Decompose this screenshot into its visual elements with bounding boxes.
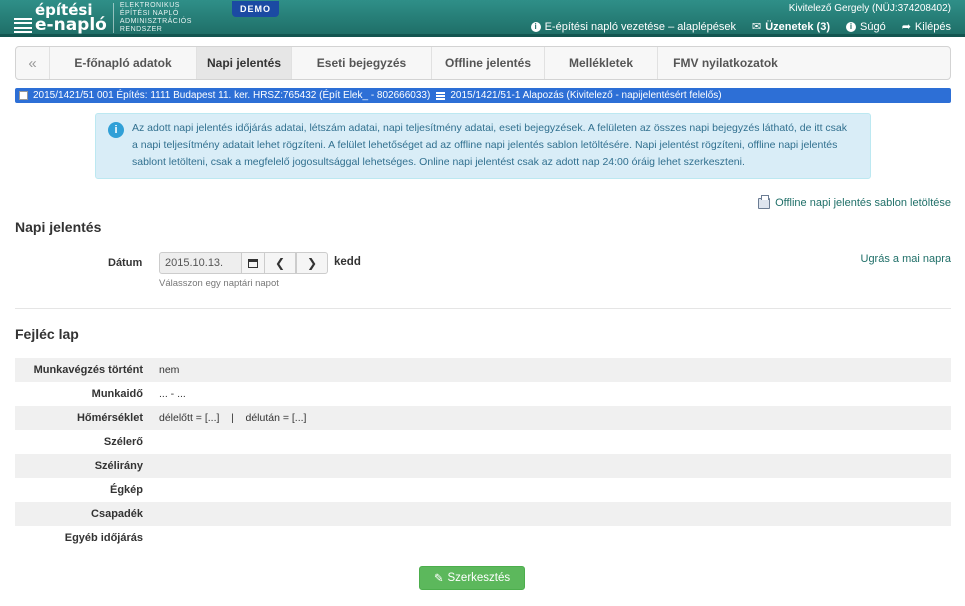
tab-fmv-nyilatkozatok[interactable]: FMV nyilatkozatok [658, 47, 793, 79]
download-link-label: Offline napi jelentés sablon letöltése [775, 197, 951, 209]
section-title-napi: Napi jelentés [15, 219, 102, 235]
help-icon: i [846, 21, 856, 32]
row-label: Égkép [109, 484, 143, 496]
top-header: építési e-napló ELEKTRONIKUS ÉPÍTÉSI NAP… [0, 0, 965, 37]
info-icon: i [530, 21, 541, 32]
context-checkbox[interactable] [19, 91, 28, 100]
top-nav: i E-építési napló vezetése – alaplépések… [530, 20, 951, 34]
help-link[interactable]: i Súgó [846, 20, 886, 33]
row-label: Munkaidő [91, 388, 143, 400]
section-divider [15, 308, 951, 309]
table-row: Égkép [15, 478, 951, 502]
guide-link-label: E-építési napló vezetése – alaplépések [544, 20, 736, 33]
row-label: Hőmérséklet [76, 412, 143, 424]
calendar-button[interactable] [241, 252, 265, 274]
row-value: ... - ... [159, 388, 186, 400]
logo-line2: e-napló [35, 15, 107, 35]
context-sub: 2015/1421/51-1 Alapozás (Kivitelező - na… [450, 90, 722, 101]
next-day-button[interactable]: ❯ [296, 252, 328, 274]
table-row: Egyéb időjárás [15, 526, 951, 550]
fejlec-table: Munkavégzés történt nem Munkaidő ... - .… [15, 358, 951, 550]
printer-icon [758, 194, 771, 209]
messages-label: Üzenetek (3) [765, 20, 830, 33]
main-tabs: « E-főnapló adatok Napi jelentés Eseti b… [15, 46, 951, 80]
envelope-icon: ✉ [751, 21, 762, 33]
info-text: Az adott napi jelentés időjárás adatai, … [132, 122, 848, 168]
tab-back-button[interactable]: « [16, 47, 50, 79]
logo-divider [112, 3, 114, 33]
chevron-right-icon: ❯ [306, 256, 318, 270]
row-value: nem [159, 364, 180, 376]
tab-napi-jelentes[interactable]: Napi jelentés [197, 47, 292, 79]
context-main: 2015/1421/51 001 Építés: 1111 Budapest 1… [33, 90, 431, 101]
jump-to-today-link[interactable]: Ugrás a mai napra [861, 253, 952, 265]
guide-link[interactable]: i E-építési napló vezetése – alaplépések [530, 20, 736, 33]
logout-label: Kilépés [914, 20, 951, 33]
offline-template-download-link[interactable]: Offline napi jelentés sablon letöltése [758, 194, 951, 209]
table-row: Munkavégzés történt nem [15, 358, 951, 382]
table-row: Szélerő [15, 430, 951, 454]
user-info: Kivitelező Gergely (NÜJ:374208402) [788, 3, 951, 14]
row-label: Munkavégzés történt [33, 364, 143, 376]
info-alert: i Az adott napi jelentés időjárás adatai… [95, 113, 871, 179]
list-icon [436, 91, 446, 100]
tab-efonaplo-adatok[interactable]: E-főnapló adatok [50, 47, 197, 79]
messages-link[interactable]: ✉ Üzenetek (3) [751, 20, 830, 34]
row-label: Csapadék [91, 508, 143, 520]
table-row: Munkaidő ... - ... [15, 382, 951, 406]
day-name: kedd [334, 256, 361, 268]
tab-mellekletek[interactable]: Mellékletek [545, 47, 658, 79]
demo-badge: DEMO [232, 1, 279, 17]
date-help-text: Válasszon egy naptári napot [159, 278, 279, 289]
table-row: Hőmérséklet délelőtt = [...] | délután =… [15, 406, 951, 430]
tab-offline-jelentes[interactable]: Offline jelentés [432, 47, 545, 79]
section-title-fejlec: Fejléc lap [15, 326, 79, 342]
date-input[interactable]: 2015.10.13. [159, 252, 242, 274]
chevron-left-icon: ❮ [274, 256, 286, 270]
edit-button[interactable]: ✎ Szerkesztés [419, 566, 525, 590]
edit-button-label: Szerkesztés [447, 572, 511, 584]
logo-subtitle: ELEKTRONIKUS ÉPÍTÉSI NAPLÓ ADMINISZTRÁCI… [119, 2, 192, 33]
table-row: Szélirány [15, 454, 951, 478]
prev-day-button[interactable]: ❮ [264, 252, 296, 274]
info-circle-icon: i [108, 122, 124, 138]
logout-link[interactable]: ➦ Kilépés [901, 20, 951, 34]
help-label: Súgó [860, 20, 886, 33]
pencil-icon: ✎ [433, 573, 444, 585]
row-label: Egyéb időjárás [64, 532, 143, 544]
context-bar: 2015/1421/51 001 Építés: 1111 Budapest 1… [15, 88, 951, 103]
logout-icon: ➦ [901, 21, 911, 33]
app-logo[interactable]: építési e-napló ELEKTRONIKUS ÉPÍTÉSI NAP… [14, 2, 192, 34]
row-label: Szélirány [94, 460, 143, 472]
row-value: délelőtt = [...] | délután = [...] [159, 412, 307, 424]
date-label: Dátum [108, 257, 143, 269]
row-label: Szélerő [103, 436, 143, 448]
calendar-icon [248, 258, 258, 268]
tab-eseti-bejegyzes[interactable]: Eseti bejegyzés [292, 47, 432, 79]
logo-bars-icon [14, 18, 32, 33]
table-row: Csapadék [15, 502, 951, 526]
